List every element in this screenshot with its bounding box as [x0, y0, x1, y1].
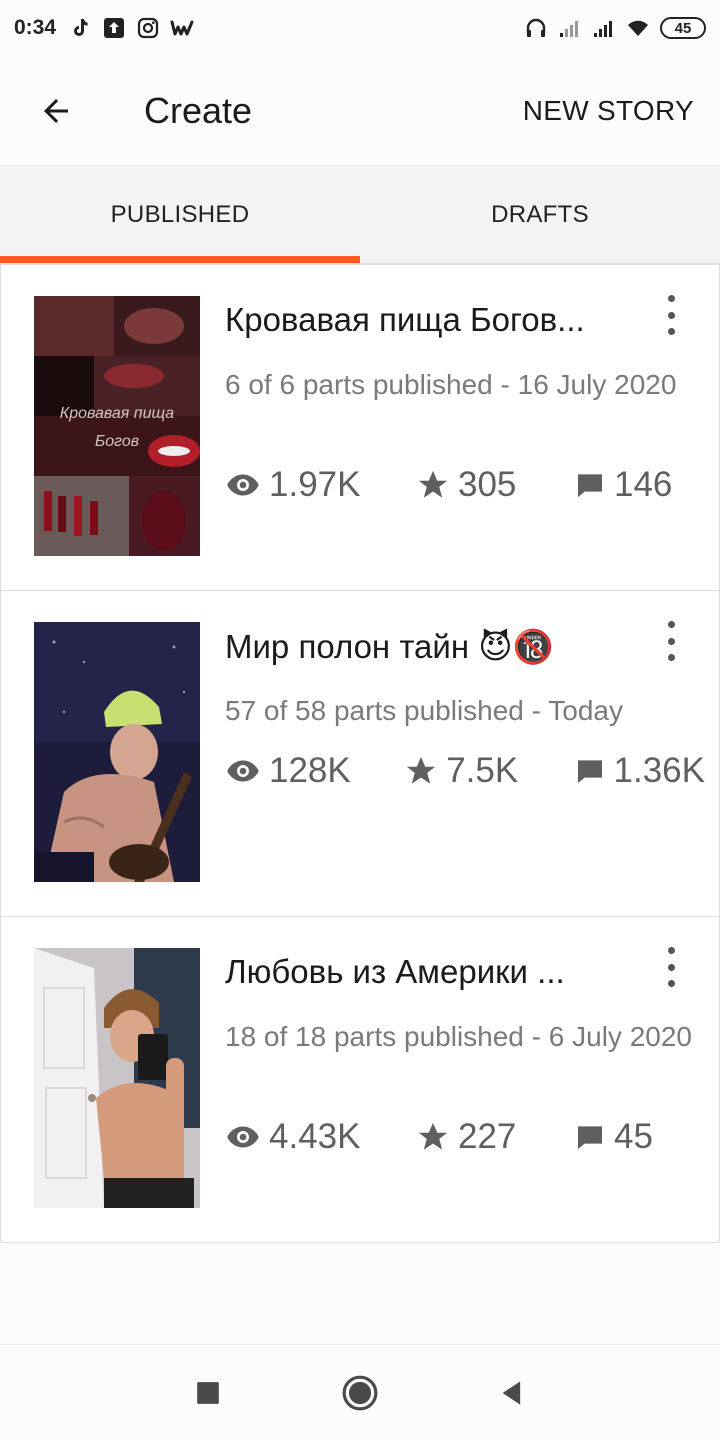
eye-icon — [227, 474, 259, 496]
status-notification-icons — [68, 16, 194, 40]
story-cover[interactable]: Кровавая пища Богов — [34, 296, 200, 556]
tiktok-icon — [74, 19, 88, 36]
home-icon — [342, 1375, 378, 1410]
star-icon — [407, 756, 436, 784]
story-card[interactable]: Мир полон тайн 😈🔞 57 of 58 parts publish… — [0, 590, 720, 917]
comment-icon — [578, 474, 602, 497]
battery-indicator: 45 — [660, 17, 706, 39]
views-count: 128K — [269, 751, 351, 790]
story-meta: 6 of 6 parts published - 16 July 2020 — [225, 369, 677, 400]
tab-bar: PUBLISHED DRAFTS — [0, 167, 720, 264]
story-stats: 4.43K 227 45 — [225, 1117, 653, 1157]
story-card[interactable]: Кровавая пища Богов Кровавая пища Богов.… — [0, 264, 720, 591]
views-count: 4.43K — [269, 1117, 361, 1156]
eye-icon — [227, 760, 259, 782]
svg-text:Богов: Богов — [95, 433, 139, 450]
story-list: Кровавая пища Богов Кровавая пища Богов.… — [0, 264, 720, 1243]
story-meta: 57 of 58 parts published - Today — [225, 695, 623, 726]
votes-stat: 7.5K — [404, 751, 573, 791]
app-bar: Create NEW STORY — [0, 56, 720, 166]
system-nav-bar — [0, 1344, 720, 1440]
instagram-icon — [137, 17, 159, 39]
more-options-button[interactable] — [659, 295, 683, 335]
comments-stat: 1.36K — [574, 751, 705, 791]
more-options-button[interactable] — [659, 947, 683, 987]
back-triangle-icon — [502, 1380, 521, 1405]
votes-stat: 305 — [416, 465, 574, 505]
cover-image: Кровавая пища Богов — [34, 296, 200, 556]
tab-published[interactable]: PUBLISHED — [0, 167, 360, 263]
story-cover[interactable] — [34, 948, 200, 1208]
story-title[interactable]: Любовь из Америки ... — [225, 953, 645, 991]
views-count: 1.97K — [269, 465, 361, 504]
comments-count: 146 — [614, 465, 673, 504]
back-arrow-icon — [44, 98, 68, 123]
comment-icon — [577, 760, 602, 783]
cover-image — [34, 948, 200, 1208]
story-card[interactable]: Любовь из Америки ... 18 of 18 parts pub… — [0, 916, 720, 1243]
recent-apps-button[interactable] — [188, 1373, 228, 1413]
star-icon — [418, 470, 448, 498]
more-options-button[interactable] — [659, 621, 683, 661]
story-meta: 18 of 18 parts published - 6 July 2020 — [225, 1021, 692, 1052]
votes-count: 227 — [458, 1117, 517, 1156]
story-stats: 1.97K 305 146 — [225, 465, 672, 505]
wattpad-icon — [170, 20, 194, 36]
status-time: 0:34 — [14, 16, 57, 39]
comments-count: 1.36K — [613, 751, 705, 790]
home-button[interactable] — [340, 1373, 380, 1413]
views-stat: 4.43K — [225, 1117, 416, 1157]
upload-icon — [104, 18, 125, 38]
votes-stat: 227 — [416, 1117, 574, 1157]
signal-2-icon — [594, 21, 612, 37]
votes-count: 305 — [458, 465, 517, 504]
comments-stat: 146 — [574, 465, 672, 505]
status-bar: 0:34 45 — [0, 0, 720, 56]
new-story-button[interactable]: NEW STORY — [523, 95, 694, 127]
signal-1-icon — [560, 21, 578, 37]
views-stat: 128K — [225, 751, 404, 791]
comments-count: 45 — [614, 1117, 653, 1156]
page-title: Create — [144, 89, 253, 131]
comments-stat: 45 — [574, 1117, 653, 1157]
tab-drafts[interactable]: DRAFTS — [360, 167, 720, 263]
recent-apps-icon — [197, 1381, 219, 1404]
story-stats: 128K 7.5K 1.36K — [225, 751, 705, 791]
back-button[interactable] — [26, 81, 86, 141]
back-nav-button[interactable] — [492, 1373, 532, 1413]
wifi-icon — [628, 20, 648, 36]
story-title[interactable]: Кровавая пища Богов... — [225, 301, 645, 339]
comment-icon — [578, 1126, 602, 1149]
headphones-icon — [526, 18, 546, 37]
views-stat: 1.97K — [225, 465, 416, 505]
star-icon — [418, 1122, 448, 1150]
story-title[interactable]: Мир полон тайн 😈🔞 — [225, 627, 645, 667]
status-system-icons: 45 — [524, 16, 706, 40]
svg-text:Кровавая пища: Кровавая пища — [60, 405, 175, 422]
eye-icon — [227, 1126, 259, 1148]
votes-count: 7.5K — [446, 751, 519, 790]
story-cover[interactable] — [34, 622, 200, 882]
cover-image — [34, 622, 200, 882]
